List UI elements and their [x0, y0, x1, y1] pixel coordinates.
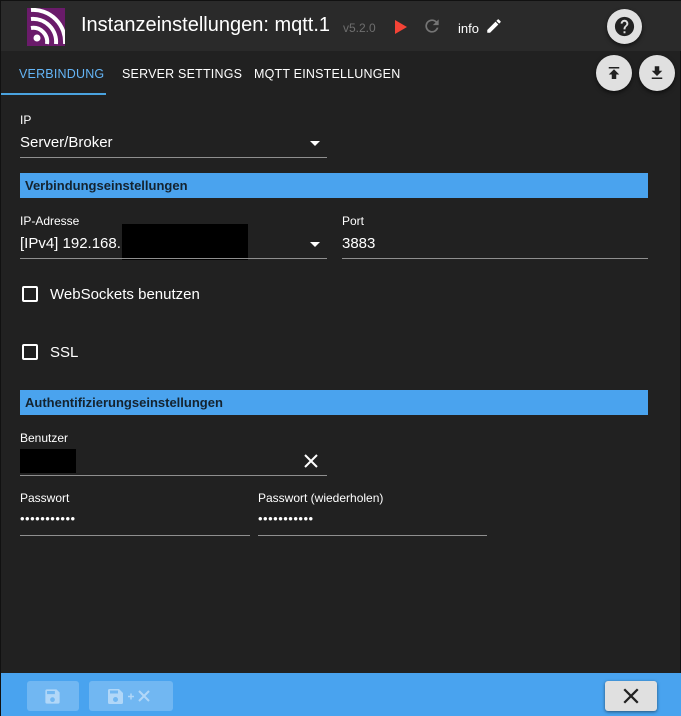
- section-connection: Verbindungseinstellungen: [20, 173, 648, 198]
- info-label: info: [458, 21, 479, 36]
- upload-icon: [608, 67, 620, 79]
- websockets-label: WebSockets benutzen: [50, 286, 200, 303]
- redacted-username[interactable]: [20, 449, 76, 473]
- ip-label: IP: [20, 113, 32, 127]
- reload-icon[interactable]: [422, 16, 442, 36]
- footer-bar: [1, 673, 681, 716]
- ip-address-underline: [20, 258, 327, 259]
- chevron-down-icon[interactable]: [310, 242, 320, 247]
- user-underline: [20, 475, 327, 476]
- port-label: Port: [342, 214, 365, 228]
- clear-icon[interactable]: [303, 453, 319, 469]
- ip-select-underline: [20, 157, 327, 158]
- redacted-ip-block: [122, 224, 248, 260]
- section-auth-title: Authentifizierungseinstellungen: [25, 395, 223, 410]
- download-icon: [651, 66, 663, 79]
- ip-select[interactable]: Server/Broker: [20, 134, 113, 151]
- active-tab-indicator: [1, 93, 106, 95]
- ssl-checkbox[interactable]: [22, 344, 38, 360]
- save-close-icon: [108, 689, 150, 704]
- tab-verbindung[interactable]: VERBINDUNG: [19, 67, 104, 81]
- user-label: Benutzer: [20, 431, 69, 445]
- tab-server-settings[interactable]: SERVER SETTINGS: [122, 67, 242, 81]
- save-icon: [45, 689, 60, 704]
- close-icon: [623, 688, 639, 704]
- ip-address-label: IP-Adresse: [20, 214, 80, 228]
- password-repeat-underline: [258, 535, 487, 536]
- header-bar: Instanzeinstellungen: mqtt.1 v5.2.0 info: [1, 1, 681, 51]
- chevron-down-icon[interactable]: [310, 141, 320, 146]
- tab-mqtt-einstellungen[interactable]: MQTT EINSTELLUNGEN: [254, 67, 400, 81]
- download-button[interactable]: [639, 55, 675, 91]
- password-repeat-input[interactable]: •••••••••••: [258, 511, 314, 526]
- play-icon[interactable]: [393, 18, 409, 36]
- edit-pencil-icon[interactable]: [485, 17, 503, 35]
- ssl-label: SSL: [50, 344, 79, 361]
- port-input[interactable]: 3883: [342, 235, 375, 252]
- port-underline: [342, 258, 648, 259]
- section-connection-title: Verbindungseinstellungen: [25, 178, 188, 193]
- websockets-checkbox[interactable]: [22, 286, 38, 302]
- page-title: Instanzeinstellungen: mqtt.1: [81, 14, 331, 36]
- section-auth: Authentifizierungseinstellungen: [20, 390, 648, 415]
- ip-address-select[interactable]: [IPv4] 192.168.: [20, 235, 121, 252]
- version-label: v5.2.0: [343, 21, 376, 35]
- password-repeat-label: Passwort (wiederholen): [258, 491, 384, 505]
- password-underline: [20, 535, 250, 536]
- save-button[interactable]: [27, 681, 79, 711]
- settings-dialog: Instanzeinstellungen: mqtt.1 v5.2.0 info…: [0, 0, 681, 716]
- close-button[interactable]: [605, 681, 657, 711]
- upload-button[interactable]: [596, 55, 632, 91]
- app-logo-icon: [27, 8, 65, 46]
- password-input[interactable]: •••••••••••: [20, 511, 76, 526]
- help-icon[interactable]: [607, 9, 642, 44]
- save-close-button[interactable]: [89, 681, 173, 711]
- password-label: Passwort: [20, 491, 70, 505]
